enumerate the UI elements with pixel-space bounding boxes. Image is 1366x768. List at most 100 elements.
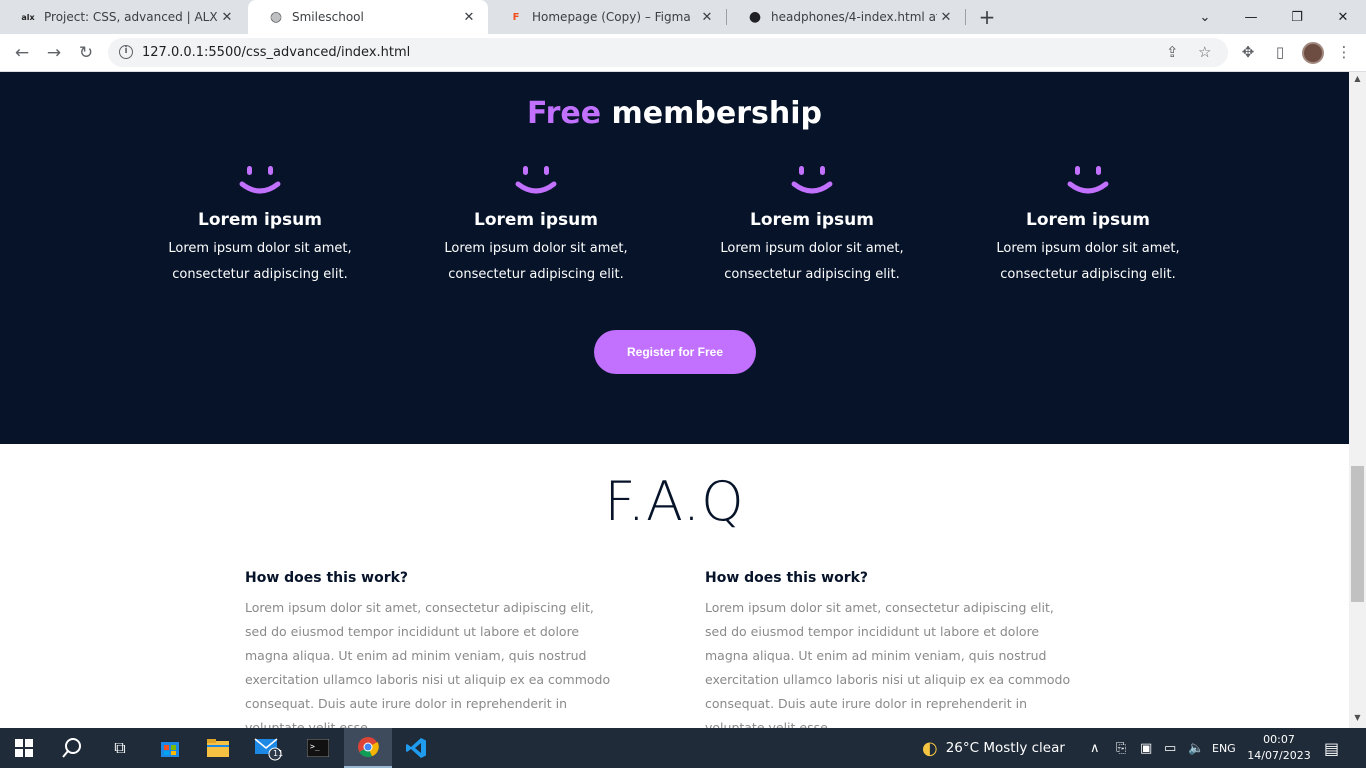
feature-text: Lorem ipsum dolor sit amet, consectetur … [692,236,932,288]
scroll-down-arrow-icon[interactable]: ▼ [1349,713,1366,727]
feature-title: Lorem ipsum [474,210,598,230]
restore-button[interactable]: ❐ [1274,0,1320,34]
feature-title: Lorem ipsum [1026,210,1150,230]
tab-search-icon[interactable]: ⌄ [1182,0,1228,34]
battery-icon[interactable]: ▭ [1164,728,1176,768]
faq-question: How does this work? [705,570,869,586]
kebab-menu-icon[interactable]: ⋮ [1334,42,1354,62]
feature-text-line: consectetur adipiscing elit. [724,267,900,282]
register-button[interactable]: Register for Free [594,330,756,374]
address-bar[interactable]: i 127.0.0.1:5500/css_advanced/index.html… [108,38,1228,67]
feature-text: Lorem ipsum dolor sit amet, consectetur … [140,236,380,288]
volume-icon[interactable]: 🔈 [1188,728,1204,768]
page-scrollbar[interactable]: ▲ ▼ [1349,72,1366,728]
membership-title-accent: Free [527,96,602,131]
tab-github[interactable]: ● headphones/4-index.html at mai ✕ [727,0,965,34]
feature-card: Lorem ipsum Lorem ipsum dolor sit amet, … [416,164,656,288]
weather-moon-icon: ◐ [922,737,938,759]
show-hidden-icons-chevron-icon[interactable]: ∧ [1090,728,1100,768]
close-window-button[interactable]: ✕ [1320,0,1366,34]
alx-icon: alx [21,12,35,22]
tab-title: Homepage (Copy) – Figma [532,10,691,24]
feature-text-line: Lorem ipsum dolor sit amet, [168,241,352,256]
smile-icon [791,166,833,194]
store-icon[interactable] [146,728,194,768]
notifications-icon[interactable]: ▤ [1324,728,1339,768]
extensions-puzzle-icon[interactable]: ✥ [1238,42,1258,62]
smile-icon [515,166,557,194]
chrome-icon[interactable] [344,728,392,768]
feature-title: Lorem ipsum [198,210,322,230]
tab-smileschool[interactable]: ◍ Smileschool ✕ [248,0,488,34]
svg-text:>_: >_ [310,742,320,751]
onedrive-icon[interactable]: ▣ [1140,728,1152,768]
faq-item: How does this work? Lorem ipsum dolor si… [705,570,1075,728]
scroll-up-arrow-icon[interactable]: ▲ [1349,74,1366,88]
feature-text: Lorem ipsum dolor sit amet, consectetur … [968,236,1208,288]
terminal-icon[interactable]: >_ [294,728,342,768]
membership-title-rest: membership [611,96,822,131]
membership-title: Free membership [0,96,1349,131]
task-view-icon[interactable]: ⧉ [96,728,144,768]
feature-text-line: consectetur adipiscing elit. [172,267,348,282]
tab-title: headphones/4-index.html at mai [771,10,937,24]
close-tab-icon[interactable]: ✕ [218,8,236,26]
weather-text: 26°C Mostly clear [945,740,1065,756]
figma-icon: F [512,11,520,23]
feature-card: Lorem ipsum Lorem ipsum dolor sit amet, … [140,164,380,288]
tab-strip: alx Project: CSS, advanced | ALX Intro ✕… [0,0,1366,34]
tab-title: Project: CSS, advanced | ALX Intro [44,10,218,24]
mail-icon[interactable]: 11 [244,728,292,768]
feature-text-line: Lorem ipsum dolor sit amet, [444,241,628,256]
scrollbar-thumb[interactable] [1351,466,1364,602]
close-tab-icon[interactable]: ✕ [460,8,478,26]
feature-card: Lorem ipsum Lorem ipsum dolor sit amet, … [692,164,932,288]
reload-icon[interactable]: ↻ [74,41,98,65]
url-text[interactable]: 127.0.0.1:5500/css_advanced/index.html [142,45,410,60]
side-panel-icon[interactable]: ▯ [1270,42,1290,62]
feature-text-line: Lorem ipsum dolor sit amet, [720,241,904,256]
vscode-icon[interactable] [392,728,440,768]
language-indicator[interactable]: ENG [1212,728,1236,768]
page-viewport: Free membership Lorem ipsum Lorem ipsum … [0,72,1349,728]
search-icon[interactable] [48,728,96,768]
faq-answer: Lorem ipsum dolor sit amet, consectetur … [705,600,1071,728]
faq-answer: Lorem ipsum dolor sit amet, consectetur … [245,600,611,728]
meet-now-icon[interactable]: ⎘ [1116,728,1126,768]
new-tab-button[interactable]: + [976,7,998,29]
site-info-icon[interactable]: i [119,45,133,59]
clock-time: 00:07 [1263,733,1295,746]
taskbar: ⧉ 11 >_ ◐ 26°C Mostly clear ∧ ⎘ ▣ ▭ 🔈 EN… [0,728,1366,768]
close-tab-icon[interactable]: ✕ [698,8,716,26]
tab-title: Smileschool [292,10,364,24]
tab-separator [965,9,966,25]
feature-text-line: consectetur adipiscing elit. [1000,267,1176,282]
membership-section: Free membership Lorem ipsum Lorem ipsum … [0,72,1349,444]
github-icon: ● [748,9,762,25]
smile-icon [1067,166,1109,194]
system-clock[interactable]: 00:07 14/07/2023 [1244,732,1314,764]
globe-icon: ◍ [269,9,283,25]
faq-title: F.A.Q [604,470,745,533]
feature-text-line: Lorem ipsum dolor sit amet, [996,241,1180,256]
feature-text: Lorem ipsum dolor sit amet, consectetur … [416,236,656,288]
close-tab-icon[interactable]: ✕ [937,8,955,26]
forward-arrow-icon[interactable]: → [42,41,66,65]
minimize-button[interactable]: — [1228,0,1274,34]
tab-alx-project[interactable]: alx Project: CSS, advanced | ALX Intro ✕ [0,0,246,34]
feature-card: Lorem ipsum Lorem ipsum dolor sit amet, … [968,164,1208,288]
share-icon[interactable]: ⇪ [1166,43,1179,61]
feature-title: Lorem ipsum [750,210,874,230]
feature-text-line: consectetur adipiscing elit. [448,267,624,282]
faq-question: How does this work? [245,570,409,586]
bookmark-star-icon[interactable]: ☆ [1198,43,1211,61]
file-explorer-icon[interactable] [194,728,242,768]
profile-avatar[interactable] [1302,42,1324,64]
browser-toolbar: ← → ↻ i 127.0.0.1:5500/css_advanced/inde… [0,34,1366,72]
mail-badge: 11 [273,749,284,758]
back-arrow-icon[interactable]: ← [10,41,34,65]
weather-widget[interactable]: ◐ 26°C Mostly clear [922,728,1065,768]
windows-start-icon[interactable] [0,728,48,768]
clock-date: 14/07/2023 [1247,749,1311,762]
tab-figma[interactable]: F Homepage (Copy) – Figma ✕ [488,0,726,34]
